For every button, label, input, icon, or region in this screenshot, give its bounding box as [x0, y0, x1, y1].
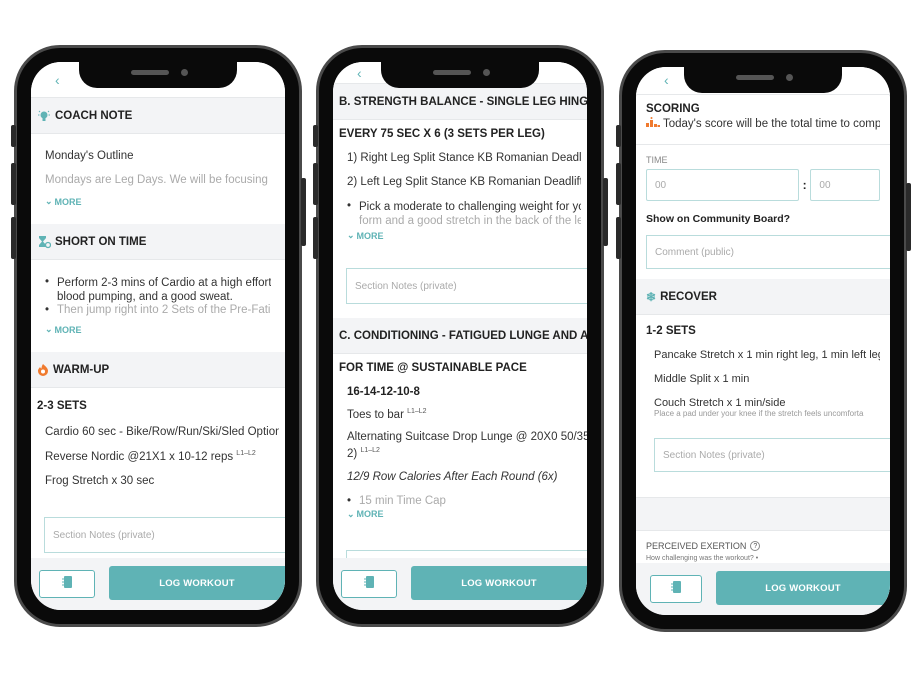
exercise-item[interactable]: 1) Right Leg Split Stance KB Romanian De… — [347, 152, 581, 164]
coach-note-heading: Monday's Outline — [45, 150, 134, 162]
help-icon[interactable]: ? — [750, 541, 761, 551]
notch — [684, 67, 842, 93]
phone-3-screen: ‹ SCORING Today's score will be the tota… — [636, 67, 890, 615]
community-board-label: Show on Community Board? — [646, 213, 791, 225]
phone-3-volume-up — [616, 163, 621, 205]
perceived-exertion-label: PERCEIVED EXERTION ? — [646, 541, 761, 551]
notebook-button[interactable] — [650, 575, 702, 603]
chevron-down-icon: ⌄ — [45, 324, 53, 334]
notebook-icon — [364, 575, 374, 593]
strength-balance-title: B. STRENGTH BALANCE - SINGLE LEG HINGE — [339, 95, 587, 108]
list-item: • Then jump right into 2 Sets of the Pre-… — [45, 304, 271, 316]
log-workout-button[interactable]: LOG WORKOUT — [716, 571, 890, 605]
section-divider — [636, 497, 890, 531]
warm-up-title: WARM-UP — [53, 363, 110, 376]
phone-2-volume-up — [313, 163, 318, 205]
short-on-time-title: SHORT ON TIME — [55, 235, 147, 248]
phone-2-volume-down — [313, 217, 318, 259]
snowflake-icon: ❄ — [646, 289, 657, 304]
bottom-bar: LOG WORKOUT — [333, 558, 587, 610]
exercise-item[interactable]: Couch Stretch x 1 min/side — [654, 397, 880, 409]
hourglass-icon — [37, 235, 51, 249]
notebook-button[interactable] — [341, 570, 397, 598]
phone-2-screen: ‹ B. STRENGTH BALANCE - SINGLE LEG HINGE… — [333, 62, 587, 610]
exercise-item: Cardio 60 sec - Bike/Row/Run/Ski/Sled Op… — [45, 426, 279, 438]
phone-1-power-button — [301, 178, 306, 246]
time-seconds-input[interactable]: 00 — [810, 169, 880, 201]
section-notes-input[interactable]: Section Notes (private) — [654, 438, 890, 472]
exercise-item[interactable]: 2) Left Leg Split Stance KB Romanian Dea… — [347, 176, 581, 188]
notebook-button[interactable] — [39, 570, 95, 598]
notebook-icon — [671, 580, 681, 598]
strength-scheme: EVERY 75 SEC X 6 (3 SETS PER LEG) — [339, 128, 545, 140]
exercise-item[interactable]: Reverse Nordic @21X1 x 10-12 reps L1–L2 — [45, 450, 279, 463]
flame-icon — [37, 363, 49, 376]
section-notes-input[interactable]: Section Notes (private) — [346, 268, 587, 304]
more-link[interactable]: ⌄ MORE — [347, 509, 587, 520]
exercise-item[interactable]: Pancake Stretch x 1 min right leg, 1 min… — [654, 349, 880, 361]
conditioning-scheme: FOR TIME @ SUSTAINABLE PACE — [339, 362, 527, 374]
exercise-item: Frog Stretch x 30 sec — [45, 474, 155, 487]
chevron-down-icon: ⌄ — [45, 196, 53, 206]
list-item: • Pick a moderate to challenging weight f… — [347, 200, 581, 227]
phone-2-power-button — [603, 178, 608, 246]
scoring-title: SCORING — [646, 103, 700, 115]
chevron-down-icon: ⌄ — [347, 230, 355, 240]
recover-header: ❄ RECOVER — [636, 279, 890, 315]
exercise-item[interactable]: Alternating Suitcase Drop Lunge @ 20X0 5… — [347, 431, 587, 461]
phone-3-side-button — [616, 125, 621, 147]
coach-note-title: COACH NOTE — [55, 109, 133, 122]
notebook-icon — [62, 575, 72, 593]
scoring-section: SCORING Today's score will be the total … — [636, 95, 890, 145]
more-link[interactable]: ⌄ MORE — [45, 196, 271, 207]
recover-sets: 1-2 SETS — [646, 325, 696, 337]
list-item: • 15 min Time Cap — [347, 494, 446, 507]
warm-up-sets: 2-3 SETS — [37, 400, 87, 412]
exercise-note: Place a pad under your knee if the stret… — [654, 409, 864, 418]
recover-title: RECOVER — [660, 290, 717, 303]
strength-balance-header: B. STRENGTH BALANCE - SINGLE LEG HINGE — [333, 84, 587, 120]
exercise-item[interactable]: Middle Split x 1 min — [654, 373, 880, 385]
log-workout-button[interactable]: LOG WORKOUT — [411, 566, 587, 600]
time-minutes-input[interactable]: 00 — [646, 169, 799, 201]
leaderboard-icon — [646, 117, 660, 130]
time-separator: : — [802, 178, 807, 192]
chevron-down-icon: ⌄ — [347, 508, 355, 519]
section-notes-input[interactable]: Section Notes (private) — [44, 517, 285, 553]
exercise-item[interactable]: Toes to bar L1–L2 — [347, 408, 587, 421]
scoring-description: Today's score will be the total time to … — [646, 117, 880, 130]
lightbulb-icon — [37, 109, 51, 123]
coach-note-preview: Mondays are Leg Days. We will be focusin… — [45, 174, 271, 186]
phone-1-screen: ‹ COACH NOTE Monday's Outline Mondays ar… — [31, 62, 285, 610]
list-item: • Perform 2-3 mins of Cardio at a high ef… — [45, 276, 271, 303]
comment-input[interactable]: Comment (public) — [646, 235, 890, 269]
conditioning-note: 12/9 Row Calories After Each Round (6x) — [347, 470, 558, 483]
notch — [381, 62, 539, 88]
more-link[interactable]: ⌄ MORE — [347, 230, 581, 241]
coach-note-header: COACH NOTE — [31, 98, 285, 134]
exertion-question: How challenging was the workout? • — [646, 555, 759, 562]
log-workout-button[interactable]: LOG WORKOUT — [109, 566, 285, 600]
phone-3-volume-down — [616, 217, 621, 259]
conditioning-header: C. CONDITIONING - FATIGUED LUNGE AND ABD… — [333, 318, 587, 354]
phone-2-side-button — [313, 125, 318, 147]
phone-1-side-button — [11, 125, 16, 147]
notch — [79, 62, 237, 88]
short-on-time-header: SHORT ON TIME — [31, 224, 285, 260]
bottom-bar: LOG WORKOUT — [31, 558, 285, 610]
back-icon[interactable]: ‹ — [357, 65, 362, 81]
warm-up-header: WARM-UP — [31, 352, 285, 388]
phone-3-power-button — [906, 183, 911, 251]
phone-1-volume-up — [11, 163, 16, 205]
more-link[interactable]: ⌄ MORE — [45, 324, 271, 335]
phone-1-volume-down — [11, 217, 16, 259]
time-label: TIME — [646, 155, 668, 165]
conditioning-title: C. CONDITIONING - FATIGUED LUNGE AND ABD… — [339, 329, 587, 342]
back-icon[interactable]: ‹ — [664, 72, 669, 88]
bottom-bar: LOG WORKOUT — [636, 563, 890, 615]
rep-scheme: 16-14-12-10-8 — [347, 386, 420, 398]
back-icon[interactable]: ‹ — [55, 72, 60, 88]
